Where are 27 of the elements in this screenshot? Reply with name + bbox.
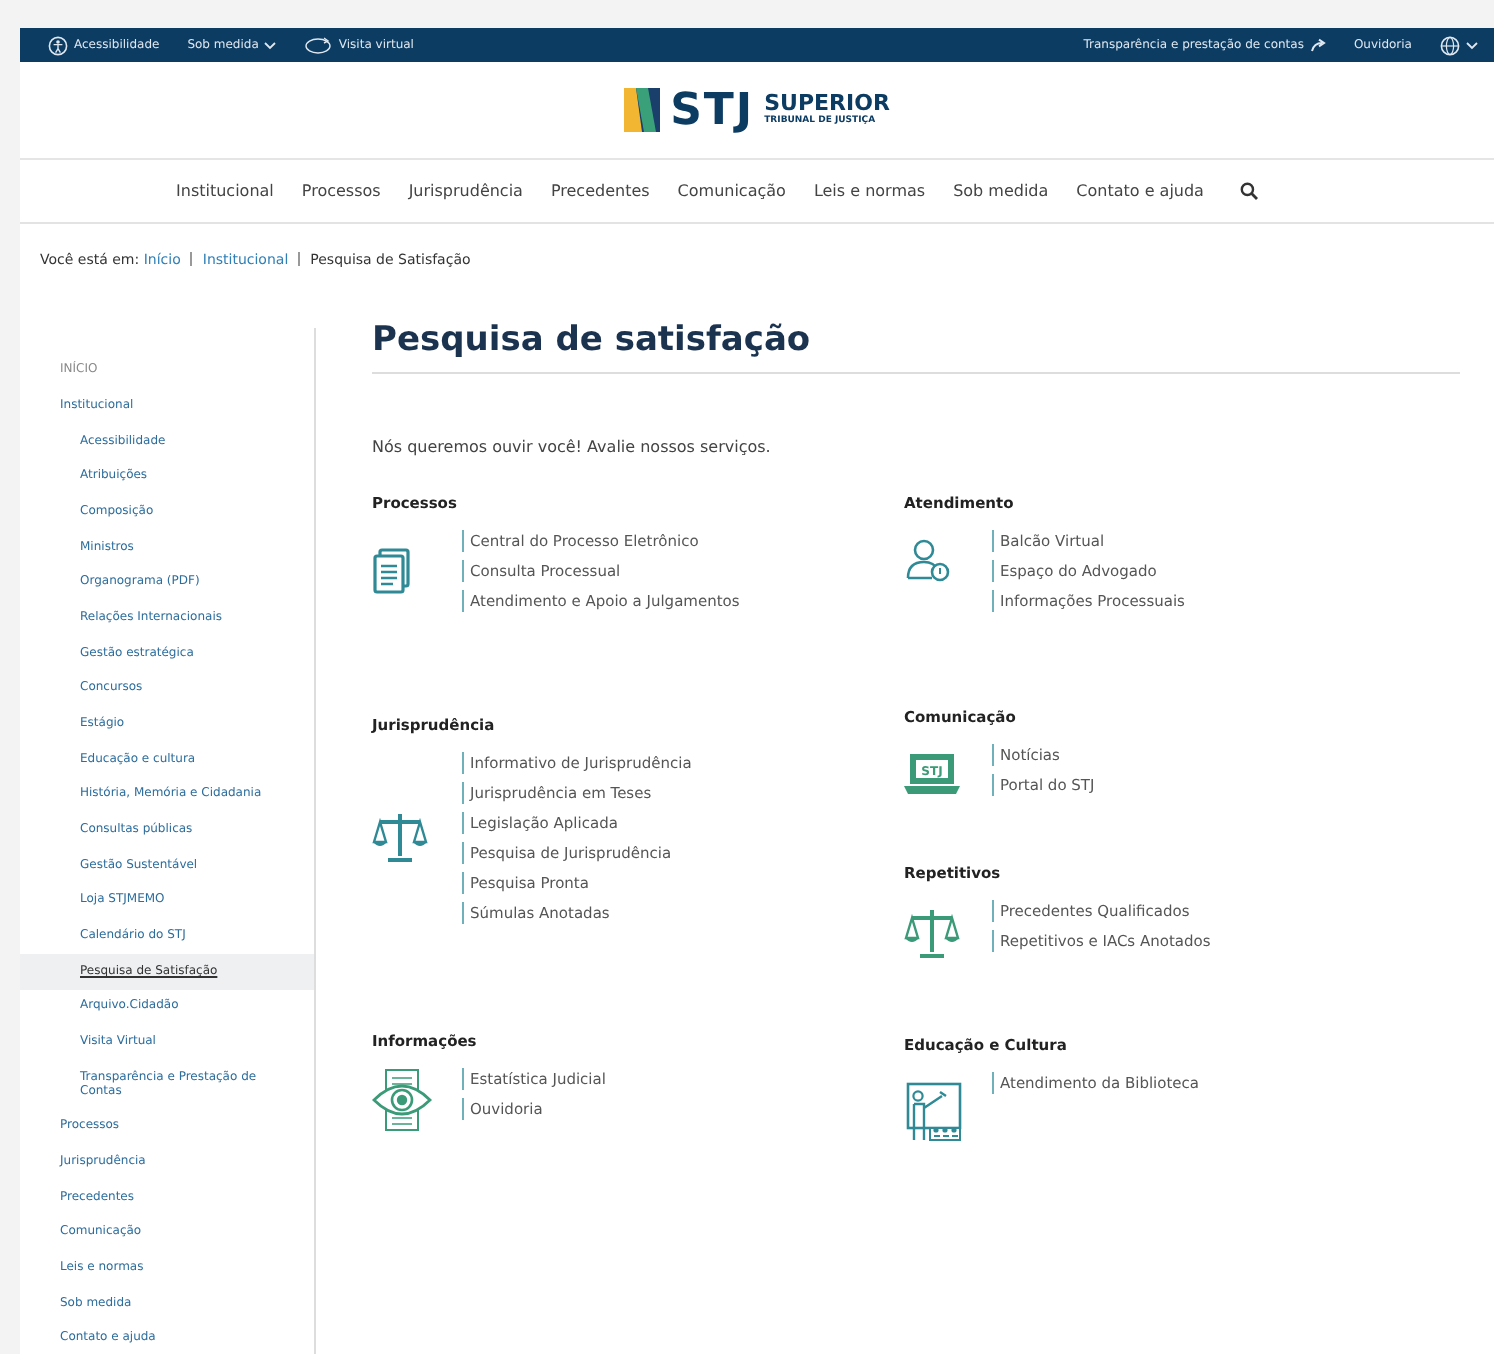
nav-link[interactable]: Contato e ajuda [1076,182,1204,200]
logo-name: SUPERIOR [764,92,890,114]
nav-link[interactable]: Comunicação [677,182,786,200]
page-title: Pesquisa de satisfação [372,320,1460,374]
scales-icon [372,812,428,864]
intro-text: Nós queremos ouvir você! Avalie nossos serviços. [372,438,773,456]
nav-link[interactable]: Jurisprudência [408,182,523,200]
language-button[interactable] [1440,35,1478,55]
nav-link[interactable]: Institucional [176,182,274,200]
globe-icon [1440,35,1460,55]
nav-link[interactable]: Sob medida [953,182,1049,200]
scales-icon [904,908,960,960]
nav-link[interactable]: Processos [301,182,381,200]
caret-icon [1466,41,1478,49]
rotation-icon [304,36,333,54]
person-icon [904,538,952,582]
logo-text: STJ [670,85,755,135]
arrow-icon [1309,38,1326,52]
nav-link[interactable]: Leis e normas [813,182,926,200]
person-circle-icon [48,35,68,55]
search-icon[interactable] [1239,182,1258,200]
document-icon [372,547,412,595]
logo-mark-icon [624,88,661,132]
nav-link[interactable]: Precedentes [550,182,650,200]
teacher-icon [904,1080,964,1144]
caret-icon [264,41,277,49]
eye-icon [372,1068,432,1132]
